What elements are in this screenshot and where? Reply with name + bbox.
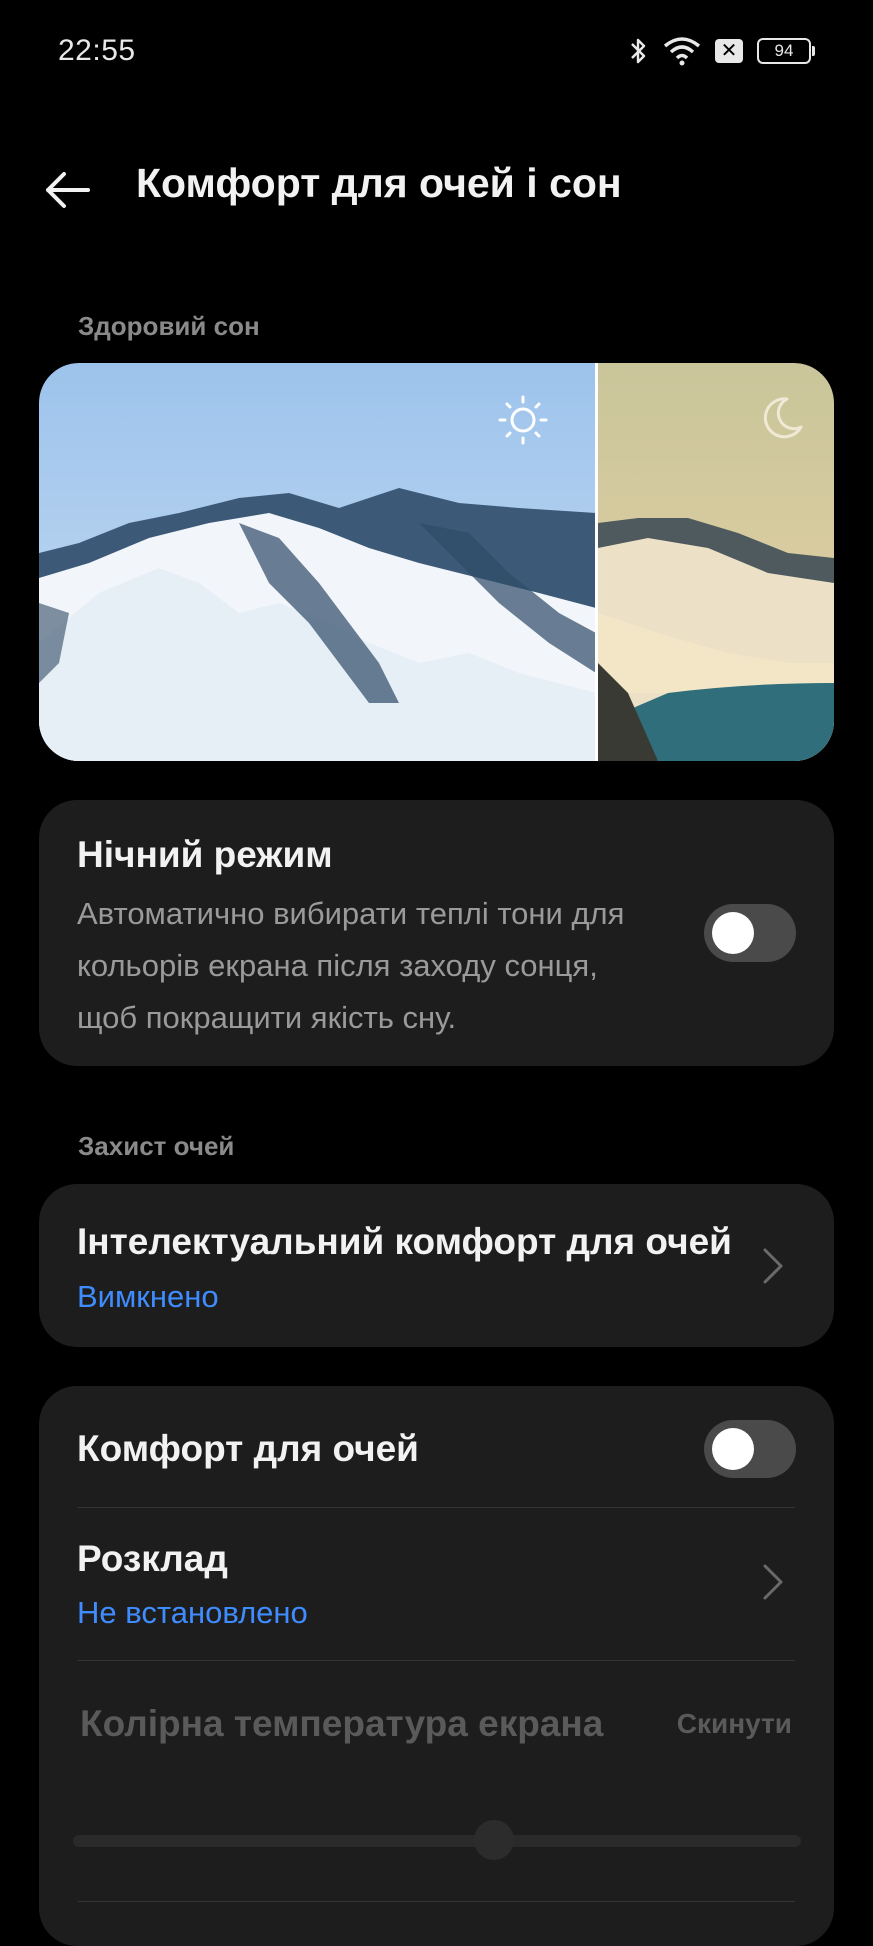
schedule-title: Розклад <box>77 1538 228 1579</box>
chevron-right-icon <box>763 1564 783 1600</box>
battery-icon: 94 <box>757 38 815 64</box>
day-night-preview <box>39 363 834 761</box>
night-mode-description: Автоматично вибирати теплі тони для коль… <box>77 896 625 1035</box>
back-button[interactable] <box>40 162 96 218</box>
eye-comfort-title: Комфорт для очей <box>77 1428 419 1469</box>
sun-icon <box>498 395 548 445</box>
color-temperature-title: Колірна температура екрана <box>80 1703 604 1744</box>
status-time: 22:55 <box>58 34 136 67</box>
night-mode-card[interactable]: Нічний режим Автоматично вибирати теплі … <box>39 800 834 1066</box>
schedule-row[interactable]: Розклад Не встановлено <box>39 1508 834 1658</box>
toggle-knob <box>712 912 754 954</box>
page-title: Комфорт для очей і сон <box>136 160 622 206</box>
section-label-eye: Захист очей <box>78 1131 235 1161</box>
color-temperature-slider[interactable] <box>73 1835 801 1847</box>
eye-comfort-row[interactable]: Комфорт для очей <box>39 1386 834 1506</box>
eye-comfort-card: Комфорт для очей Розклад Не встановлено … <box>39 1386 834 1946</box>
status-bar: 22:55 ✕ 94 <box>0 0 873 104</box>
slider-thumb[interactable] <box>474 1820 514 1860</box>
divider <box>78 1901 795 1902</box>
section-label-sleep: Здоровий сон <box>78 311 260 341</box>
moon-icon <box>763 397 803 439</box>
night-mode-title: Нічний режим <box>77 834 333 875</box>
back-arrow-icon <box>46 172 90 208</box>
reset-button[interactable]: Скинути <box>677 1708 792 1740</box>
toggle-knob <box>712 1428 754 1470</box>
bluetooth-icon <box>631 38 646 64</box>
divider <box>78 1660 795 1661</box>
schedule-status: Не встановлено <box>77 1595 308 1630</box>
eye-comfort-toggle[interactable] <box>704 1420 796 1478</box>
night-mode-toggle[interactable] <box>704 904 796 962</box>
sim-off-icon: ✕ <box>715 39 743 63</box>
header: Комфорт для очей і сон <box>0 140 873 236</box>
battery-level: 94 <box>774 41 794 60</box>
smart-eye-comfort-title: Інтелектуальний комфорт для очей <box>77 1221 732 1262</box>
smart-eye-comfort-status: Вимкнено <box>77 1279 219 1314</box>
wifi-icon <box>663 37 701 66</box>
smart-eye-comfort-card[interactable]: Інтелектуальний комфорт для очей Вимкнен… <box>39 1184 834 1347</box>
chevron-right-icon <box>763 1248 783 1284</box>
status-icons: ✕ 94 <box>629 36 815 66</box>
